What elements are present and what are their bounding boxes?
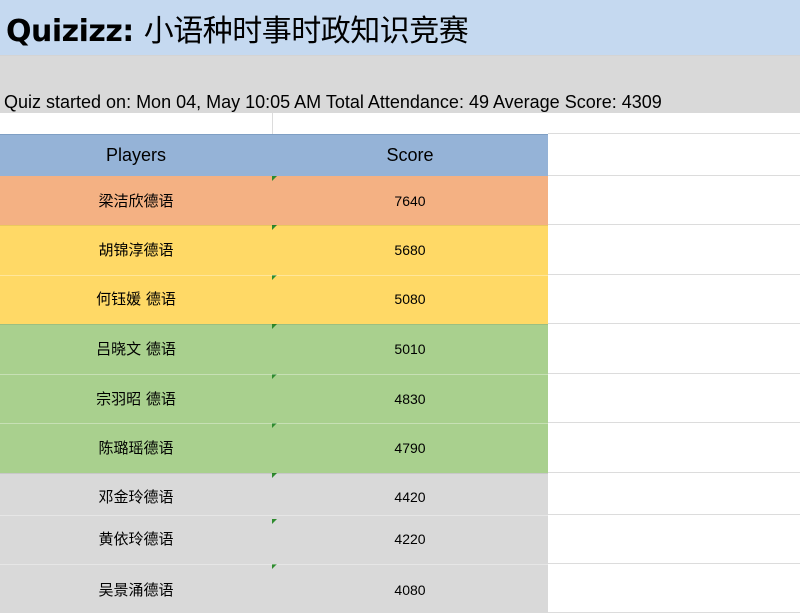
player-name: 吕晓文 德语 <box>96 340 176 358</box>
title-brand: Quizizz: <box>6 14 134 49</box>
quiz-meta: Quiz started on: Mon 04, May 10:05 AM To… <box>4 92 662 112</box>
table-row: 吕晓文 德语 5010 <box>0 324 548 374</box>
grid-line <box>548 422 800 423</box>
grid-line <box>548 133 800 134</box>
player-score: 5010 <box>394 341 426 357</box>
player-score: 5080 <box>394 291 426 307</box>
player-score: 4080 <box>394 582 426 598</box>
cell-marker-icon <box>272 519 277 524</box>
player-score: 4790 <box>394 440 426 456</box>
header-players: Players <box>105 145 167 165</box>
table-row: 陈璐瑶德语 4790 <box>0 423 548 473</box>
row-separator <box>0 515 548 516</box>
player-score: 7640 <box>394 193 426 209</box>
row-separator <box>0 324 548 325</box>
grid-line <box>548 274 800 275</box>
player-name: 黄依玲德语 <box>98 530 174 548</box>
player-score: 4420 <box>394 489 426 505</box>
row-separator <box>0 564 548 565</box>
table-row: 黄依玲德语 4220 <box>0 515 548 564</box>
table-header: Players Score <box>0 134 548 176</box>
grid-line <box>548 175 800 176</box>
row-separator <box>0 374 548 375</box>
title-text: 小语种时事时政知识竞赛 <box>143 14 469 49</box>
cell-marker-icon <box>272 176 277 181</box>
grid-line <box>548 373 800 374</box>
grid-line <box>548 514 800 515</box>
player-name: 梁洁欣德语 <box>98 192 174 210</box>
header-score: Score <box>386 145 434 165</box>
grid-line <box>548 323 800 324</box>
player-name: 吴景涌德语 <box>98 581 174 599</box>
player-score: 4830 <box>394 391 426 407</box>
row-separator <box>0 423 548 424</box>
player-name: 邓金玲德语 <box>98 488 174 506</box>
player-score: 4220 <box>394 531 426 547</box>
player-name: 何钰媛 德语 <box>96 290 176 308</box>
player-name: 胡锦淳德语 <box>98 241 174 259</box>
grid-line <box>548 224 800 225</box>
title-band: Quizizz: 小语种时事时政知识竞赛 <box>0 0 800 56</box>
player-name: 陈璐瑶德语 <box>98 439 174 457</box>
table-row: 吴景涌德语 4080 <box>0 564 548 613</box>
row-separator <box>0 473 548 474</box>
row-separator <box>0 275 548 276</box>
grid-line <box>548 472 800 473</box>
grid-line <box>548 563 800 564</box>
table-row: 何钰媛 德语 5080 <box>0 275 548 324</box>
player-score: 5680 <box>394 242 426 258</box>
row-separator <box>0 225 548 226</box>
table-row: 邓金玲德语 4420 <box>0 473 548 515</box>
table-row: 胡锦淳德语 5680 <box>0 225 548 275</box>
player-name: 宗羽昭 德语 <box>96 390 176 408</box>
table-row: 宗羽昭 德语 4830 <box>0 374 548 423</box>
table-row: 梁洁欣德语 7640 <box>0 176 548 225</box>
column-divider <box>272 113 273 134</box>
page-title: Quizizz: 小语种时事时政知识竞赛 <box>6 14 469 50</box>
spacer-row <box>0 113 800 134</box>
